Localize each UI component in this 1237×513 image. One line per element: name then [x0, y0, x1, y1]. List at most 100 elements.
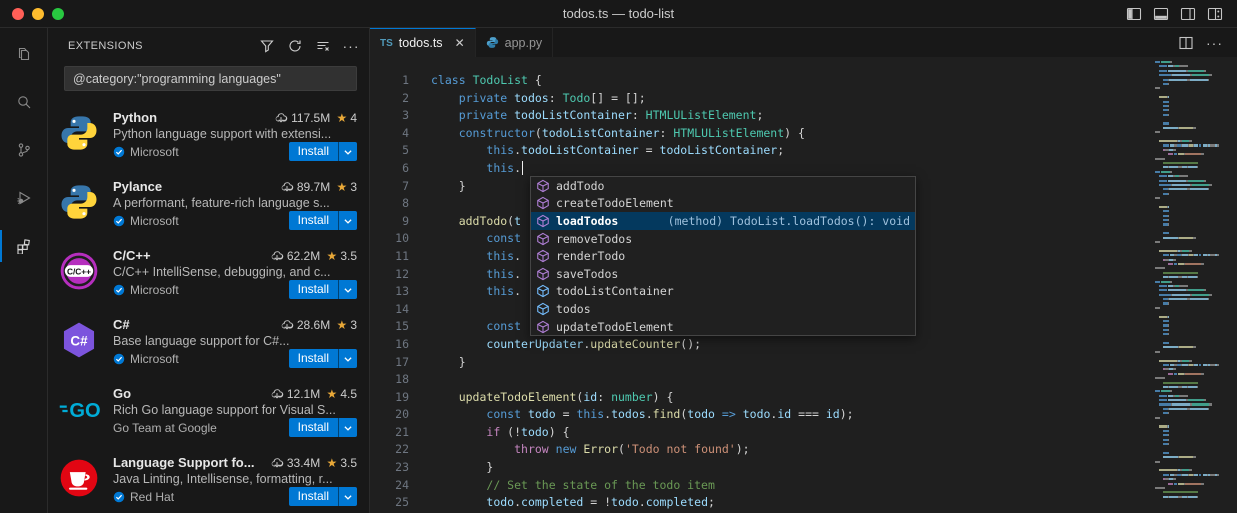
code-line[interactable]: 3 private todoListContainer: HTMLUListEl…	[370, 107, 1146, 125]
customize-layout-icon[interactable]	[1206, 5, 1223, 22]
extension-row-python-0[interactable]: Python 117.5M ★ 4 Python language suppor…	[48, 101, 369, 170]
tab-app-py[interactable]: app.py	[476, 28, 554, 57]
rating-value: 3.5	[340, 456, 357, 470]
extension-description: C/C++ IntelliSense, debugging, and c...	[113, 265, 357, 279]
symbol-method-icon	[536, 267, 550, 281]
extension-row-go-4[interactable]: GO Go 12.1M ★ 4.5 Rich Go language suppo…	[48, 377, 369, 446]
symbol-method-icon	[536, 214, 550, 228]
code-line[interactable]: 24 // Set the state of the todo item	[370, 477, 1146, 495]
vscode-window: todos.ts — todo-list EXTENSIONS ··· Pyth…	[0, 0, 1237, 513]
minimap-line	[1155, 259, 1233, 261]
minimap-line	[1155, 144, 1233, 146]
code-line[interactable]: 17 }	[370, 354, 1146, 372]
close-window-button[interactable]	[12, 8, 24, 20]
close-tab-icon[interactable]: ✕	[455, 36, 465, 50]
minimap-line	[1155, 175, 1233, 177]
star-icon: ★	[323, 249, 337, 263]
code-line-text: todo.completed = !todo.completed;	[409, 494, 715, 512]
code-line[interactable]: 19 updateTodoElement(id: number) {	[370, 389, 1146, 407]
minimap[interactable]	[1146, 57, 1237, 513]
suggest-item-createTodoElement[interactable]: createTodoElement	[531, 195, 915, 213]
minimap-line	[1155, 417, 1233, 419]
install-options-chevron-icon[interactable]	[338, 487, 357, 506]
install-button[interactable]: Install	[289, 418, 338, 437]
install-options-chevron-icon[interactable]	[338, 280, 357, 299]
extensions-search-input[interactable]	[65, 72, 356, 86]
suggest-item-saveTodos[interactable]: saveTodos	[531, 265, 915, 283]
minimap-line	[1155, 439, 1233, 441]
code-line[interactable]: 5 this.todoListContainer = todoListConta…	[370, 142, 1146, 160]
minimap-line	[1155, 487, 1233, 489]
sidebar-title: EXTENSIONS	[68, 40, 259, 52]
minimap-line	[1155, 333, 1233, 335]
install-options-chevron-icon[interactable]	[338, 418, 357, 437]
tab-strip: TS todos.ts ✕ app.py ···	[370, 28, 1237, 57]
install-button[interactable]: Install	[289, 487, 338, 506]
code-line-text: const todo = this.todos.find(todo => tod…	[409, 406, 854, 424]
suggest-item-loadTodos[interactable]: loadTodos (method) TodoList.loadTodos():…	[531, 212, 915, 230]
install-options-chevron-icon[interactable]	[338, 349, 357, 368]
clear-search-results-icon[interactable]	[315, 38, 331, 54]
more-actions-icon[interactable]: ···	[343, 38, 359, 54]
code-line[interactable]: 21 if (!todo) {	[370, 424, 1146, 442]
line-number: 14	[370, 301, 409, 319]
minimap-line	[1155, 162, 1233, 164]
extension-row-csharp-3[interactable]: C# C# 28.6M ★ 3 Base language support fo…	[48, 308, 369, 377]
refresh-icon[interactable]	[287, 38, 303, 54]
suggest-item-updateTodoElement[interactable]: updateTodoElement	[531, 318, 915, 336]
code-line[interactable]: 20 const todo = this.todos.find(todo => …	[370, 406, 1146, 424]
suggest-item-todos[interactable]: todos	[531, 300, 915, 318]
go-extension-icon: GO	[58, 388, 100, 430]
toggle-panel-icon[interactable]	[1152, 5, 1169, 22]
split-editor-icon[interactable]	[1177, 34, 1194, 51]
minimap-line	[1155, 118, 1233, 120]
filter-icon[interactable]	[259, 38, 275, 54]
svg-text:C/C++: C/C++	[67, 266, 91, 276]
star-icon: ★	[333, 180, 347, 194]
code-line[interactable]: 4 constructor(todoListContainer: HTMLULi…	[370, 125, 1146, 143]
csharp-extension-icon: C#	[58, 319, 100, 361]
code-line-text: class TodoList {	[409, 72, 542, 90]
extensions-search-box	[64, 66, 357, 91]
code-line[interactable]: 2 private todos: Todo[] = [];	[370, 90, 1146, 108]
install-button[interactable]: Install	[289, 142, 338, 161]
code-line[interactable]: 18	[370, 371, 1146, 389]
suggest-item-removeTodos[interactable]: removeTodos	[531, 230, 915, 248]
extension-row-cpp-2[interactable]: C/C++ C/C++ 62.2M ★ 3.5 C/C++ IntelliSen…	[48, 239, 369, 308]
suggest-item-addTodo[interactable]: addTodo	[531, 177, 915, 195]
toggle-secondary-sidebar-icon[interactable]	[1179, 5, 1196, 22]
tab-todos-ts[interactable]: TS todos.ts ✕	[370, 28, 476, 57]
extension-row-java-5[interactable]: Language Support fo... 33.4M ★ 3.5 Java …	[48, 446, 369, 513]
line-number: 2	[370, 90, 409, 108]
minimap-line	[1155, 298, 1233, 300]
download-count: 117.5M	[291, 111, 330, 125]
install-options-chevron-icon[interactable]	[338, 211, 357, 230]
install-button[interactable]: Install	[289, 280, 338, 299]
extensions-list: Python 117.5M ★ 4 Python language suppor…	[48, 101, 369, 513]
install-button[interactable]: Install	[289, 349, 338, 368]
activity-bar-run-and-debug[interactable]	[0, 174, 47, 222]
activity-bar-explorer[interactable]	[0, 30, 47, 78]
install-button[interactable]: Install	[289, 211, 338, 230]
suggest-item-renderTodo[interactable]: renderTodo	[531, 247, 915, 265]
zoom-window-button[interactable]	[52, 8, 64, 20]
code-line[interactable]: 1 class TodoList {	[370, 72, 1146, 90]
activity-bar-extensions[interactable]	[0, 222, 47, 270]
minimap-line	[1155, 373, 1233, 375]
code-line[interactable]: 22 throw new Error('Todo not found');	[370, 441, 1146, 459]
more-actions-icon[interactable]: ···	[1206, 34, 1223, 51]
toggle-primary-sidebar-icon[interactable]	[1125, 5, 1142, 22]
minimize-window-button[interactable]	[32, 8, 44, 20]
code-line[interactable]: 25 todo.completed = !todo.completed;	[370, 494, 1146, 512]
code-line[interactable]: 23 }	[370, 459, 1146, 477]
activity-bar-search[interactable]	[0, 78, 47, 126]
extension-name: Pylance	[113, 179, 162, 194]
code-line[interactable]: 16 counterUpdater.updateCounter();	[370, 336, 1146, 354]
install-options-chevron-icon[interactable]	[338, 142, 357, 161]
download-count: 28.6M	[297, 318, 330, 332]
suggest-item-todoListContainer[interactable]: todoListContainer	[531, 283, 915, 301]
activity-bar-source-control[interactable]	[0, 126, 47, 174]
extension-row-python-1[interactable]: Pylance 89.7M ★ 3 A performant, feature-…	[48, 170, 369, 239]
code-line[interactable]: 6 this.	[370, 160, 1146, 178]
minimap-line	[1155, 285, 1233, 287]
